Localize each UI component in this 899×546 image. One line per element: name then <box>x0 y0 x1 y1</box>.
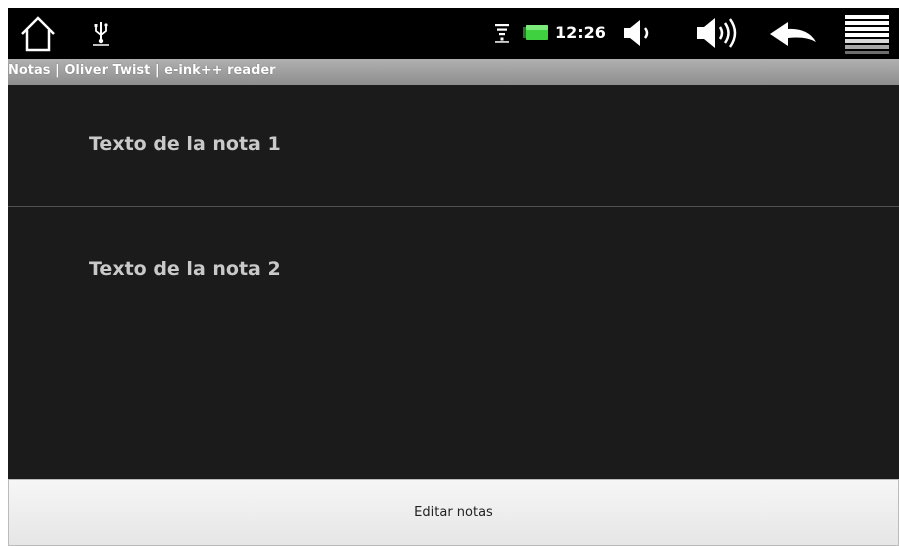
wifi-icon <box>494 23 510 43</box>
status-time: 12:26 <box>555 23 606 42</box>
volume-down-icon[interactable] <box>622 18 656 48</box>
page-title: Notas | Oliver Twist | e-ink++ reader <box>8 63 276 78</box>
notes-list: Texto de la nota 1 Texto de la nota 2 <box>8 85 899 280</box>
edit-notes-button[interactable]: Editar notas <box>8 479 899 546</box>
usb-icon <box>91 18 111 46</box>
home-icon[interactable] <box>19 14 57 54</box>
volume-up-icon[interactable] <box>695 15 745 51</box>
note-text: Texto de la nota 1 <box>89 133 281 155</box>
menu-icon[interactable] <box>843 14 891 54</box>
note-text: Texto de la nota 2 <box>89 258 281 280</box>
battery-icon <box>523 25 548 40</box>
back-icon[interactable] <box>768 20 818 48</box>
status-bar: 12:26 <box>8 8 899 59</box>
note-item[interactable]: Texto de la nota 1 <box>8 85 899 207</box>
title-bar: Notas | Oliver Twist | e-ink++ reader <box>8 59 899 85</box>
device-screen: 12:26 Notas | Oliver Twist | e-ink++ rea… <box>8 8 899 546</box>
